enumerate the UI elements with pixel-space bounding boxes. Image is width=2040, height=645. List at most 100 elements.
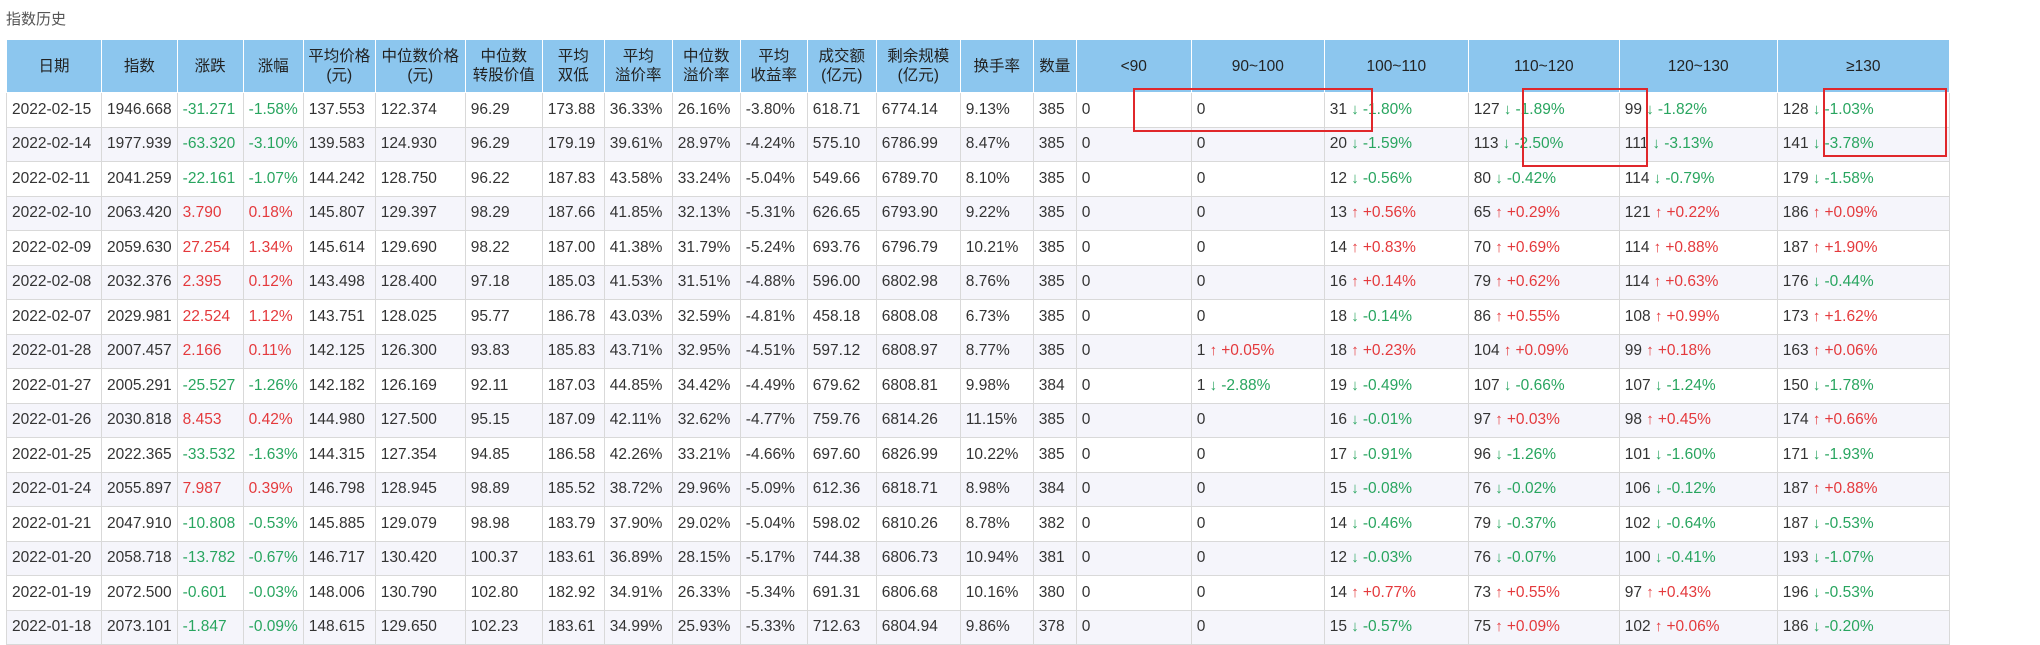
arrow-down-icon: ↓ xyxy=(1491,445,1507,463)
column-header[interactable]: 平均 收益率 xyxy=(739,39,808,93)
column-header[interactable]: 涨跌 xyxy=(176,39,244,93)
cell-count: 385 xyxy=(1032,437,1077,473)
cell-count: 385 xyxy=(1032,402,1077,438)
arrow-up-icon: ↑ xyxy=(1347,583,1363,601)
bucket-count: 196 xyxy=(1782,583,1809,601)
cell-pct: 1.12% xyxy=(242,299,304,335)
cell-price-bucket: 108 ↑ +0.99% xyxy=(1618,299,1778,335)
cell-count: 385 xyxy=(1032,333,1077,369)
column-header[interactable]: 平均 溢价率 xyxy=(603,39,673,93)
arrow-down-icon: ↓ xyxy=(1808,549,1825,567)
column-header[interactable]: 剩余规模 (亿元) xyxy=(875,39,961,93)
column-header[interactable]: 平均 双低 xyxy=(541,39,605,93)
table-row[interactable]: 2022-01-20 2058.718 -13.782 -0.67% 146.717 13… xyxy=(6,540,1950,576)
table-row[interactable]: 2022-02-11 2041.259 -22.161 -1.07% 144.242 12… xyxy=(6,161,1950,197)
column-header[interactable]: 指数 xyxy=(101,39,178,93)
bucket-count: 97 xyxy=(1473,411,1492,429)
table-row[interactable]: 2022-02-08 2032.376 2.395 0.12% 143.498 128.4… xyxy=(6,264,1950,300)
table-row[interactable]: 2022-01-19 2072.500 -0.601 -0.03% 148.006 130… xyxy=(6,575,1950,611)
table-row[interactable]: 2022-02-09 2059.630 27.254 1.34% 145.614 129.… xyxy=(6,230,1950,266)
cell-avg-prem: 44.85% xyxy=(603,368,673,404)
column-header[interactable]: 涨幅 xyxy=(242,39,304,93)
column-header[interactable]: 日期 xyxy=(6,39,102,93)
column-header[interactable]: <90 xyxy=(1075,39,1192,93)
column-header[interactable]: 120~130 xyxy=(1618,39,1778,93)
cell-chg: -10.808 xyxy=(176,506,244,542)
table-row[interactable]: 2022-01-24 2055.897 7.987 0.39% 146.798 128.9… xyxy=(6,471,1950,507)
arrow-down-icon: ↓ xyxy=(1808,376,1825,394)
column-header[interactable]: ≥130 xyxy=(1776,39,1950,93)
cell-avg-double: 187.03 xyxy=(541,368,605,404)
column-header[interactable]: 90~100 xyxy=(1190,39,1325,93)
bucket-count: 80 xyxy=(1473,169,1492,187)
cell-chg: 2.166 xyxy=(176,333,244,369)
cell-remain: 6806.73 xyxy=(875,540,961,576)
cell-price-bucket: 173 ↑ +1.62% xyxy=(1776,299,1950,335)
cell-med-price: 130.420 xyxy=(374,540,466,576)
bucket-count: 19 xyxy=(1329,376,1348,394)
column-header-sublabel: (元) xyxy=(407,67,434,84)
arrow-up-icon: ↑ xyxy=(1491,618,1507,636)
bucket-count: 86 xyxy=(1473,307,1492,325)
table-row[interactable]: 2022-01-18 2073.101 -1.847 -0.09% 148.615 129… xyxy=(6,609,1950,645)
bucket-count: 0 xyxy=(1196,135,1206,153)
cell-avg-double: 185.52 xyxy=(541,471,605,507)
arrow-down-icon: ↓ xyxy=(1808,135,1825,153)
bucket-count: 121 xyxy=(1624,204,1651,222)
arrow-down-icon: ↓ xyxy=(1347,376,1363,394)
table-row[interactable]: 2022-02-15 1946.668 -31.271 -1.58% 137.553 12… xyxy=(6,92,1950,128)
cell-pct: 0.42% xyxy=(242,402,304,438)
cell-med-conv: 96.29 xyxy=(464,92,543,128)
column-header[interactable]: 110~120 xyxy=(1467,39,1620,93)
cell-med-conv: 92.11 xyxy=(464,368,543,404)
column-header[interactable]: 平均价格 (元) xyxy=(302,39,376,93)
bucket-count: 0 xyxy=(1081,273,1091,291)
bucket-count: 114 xyxy=(1624,169,1650,187)
cell-price-bucket: 0 xyxy=(1190,506,1325,542)
column-header[interactable]: 成交额 (亿元) xyxy=(806,39,877,93)
column-header-label: 中位数价格 xyxy=(381,48,460,65)
table-row[interactable]: 2022-01-21 2047.910 -10.808 -0.53% 145.885 12… xyxy=(6,506,1950,542)
column-header[interactable]: 中位数 溢价率 xyxy=(671,39,741,93)
bucket-change: -1.60% xyxy=(1666,445,1716,463)
cell-med-prem: 28.97% xyxy=(671,126,741,162)
table-row[interactable]: 2022-02-07 2029.981 22.524 1.12% 143.751 128.… xyxy=(6,299,1950,335)
bucket-count: 0 xyxy=(1196,514,1206,532)
cell-med-prem: 32.62% xyxy=(671,402,741,438)
table-row[interactable]: 2022-01-26 2030.818 8.453 0.42% 144.980 127.5… xyxy=(6,402,1950,438)
arrow-down-icon: ↓ xyxy=(1648,135,1665,153)
arrow-up-icon: ↑ xyxy=(1491,273,1507,291)
column-header-label: 平均 xyxy=(622,48,654,65)
table-row[interactable]: 2022-02-10 2063.420 3.790 0.18% 145.807 129.3… xyxy=(6,195,1950,231)
table-row[interactable]: 2022-01-27 2005.291 -25.527 -1.26% 142.182 12… xyxy=(6,368,1950,404)
cell-avg-double: 182.92 xyxy=(541,575,605,611)
cell-price-bucket: 86 ↑ +0.55% xyxy=(1467,299,1620,335)
cell-med-price: 127.354 xyxy=(374,437,466,473)
cell-price-bucket: 75 ↑ +0.09% xyxy=(1467,609,1620,645)
cell-med-conv: 93.83 xyxy=(464,333,543,369)
table-row[interactable]: 2022-01-28 2007.457 2.166 0.11% 142.125 126.3… xyxy=(6,333,1950,369)
cell-avg-price: 148.006 xyxy=(302,575,376,611)
bucket-change: -0.91% xyxy=(1362,445,1412,463)
column-header[interactable]: 中位数 转股价值 xyxy=(464,39,543,93)
cell-pct: -0.03% xyxy=(242,575,304,611)
column-header[interactable]: 换手率 xyxy=(959,39,1034,93)
bucket-change: -0.37% xyxy=(1506,514,1556,532)
cell-turn-rate: 8.78% xyxy=(959,506,1034,542)
table-row[interactable]: 2022-01-25 2022.365 -33.532 -1.63% 144.315 12… xyxy=(6,437,1950,473)
bucket-count: 12 xyxy=(1329,169,1348,187)
bucket-count: 16 xyxy=(1329,273,1348,291)
column-header[interactable]: 数量 xyxy=(1032,39,1077,93)
bucket-count: 173 xyxy=(1782,307,1809,325)
column-header-label: 平均 xyxy=(557,48,589,65)
bucket-count: 111 xyxy=(1624,135,1649,153)
column-header[interactable]: 中位数价格 (元) xyxy=(374,39,466,93)
cell-avg-double: 187.66 xyxy=(541,195,605,231)
cell-med-price: 126.169 xyxy=(374,368,466,404)
bucket-count: 98 xyxy=(1624,411,1643,429)
cell-pct: 0.18% xyxy=(242,195,304,231)
column-header[interactable]: 100~110 xyxy=(1323,39,1469,93)
table-row[interactable]: 2022-02-14 1977.939 -63.320 -3.10% 139.583 12… xyxy=(6,126,1950,162)
arrow-up-icon: ↑ xyxy=(1642,342,1658,360)
bucket-change: -0.79% xyxy=(1665,169,1715,187)
